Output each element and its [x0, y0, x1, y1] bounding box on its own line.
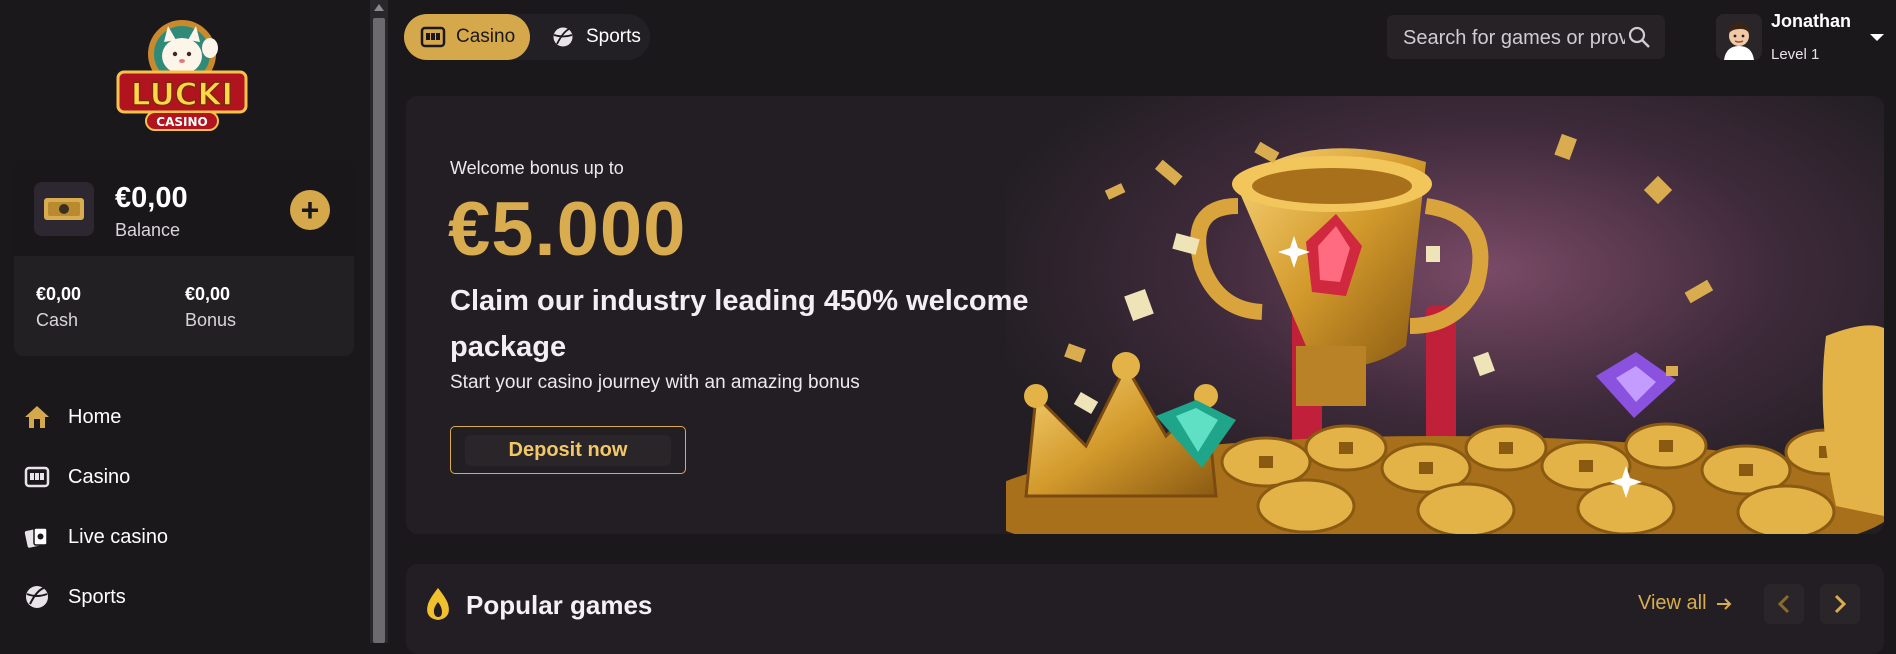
- sports-ball-icon: [22, 582, 52, 612]
- user-level: Level 1: [1771, 46, 1820, 63]
- chevron-left-icon: [1777, 594, 1790, 614]
- deposit-now-button[interactable]: Deposit now: [450, 426, 686, 474]
- sidebar-item-home[interactable]: Home: [22, 397, 121, 437]
- sidebar-item-label: Home: [68, 405, 122, 428]
- tab-label: Casino: [456, 26, 516, 47]
- tab-casino[interactable]: Casino: [404, 14, 530, 60]
- banner-title: Claim our industry leading 450% welcome …: [450, 285, 1029, 363]
- sidebar-item-live-casino[interactable]: Live casino: [22, 517, 168, 557]
- sidebar-item-label: Casino: [68, 465, 131, 488]
- bonus-label: Bonus: [185, 310, 237, 330]
- arrow-right-icon: [1716, 597, 1731, 610]
- user-name[interactable]: Jonathan: [1771, 11, 1851, 32]
- banner-amount: €5.000: [448, 187, 687, 272]
- welcome-bonus-banner[interactable]: Welcome bonus up to €5.000 Claim our ind…: [406, 96, 1884, 534]
- sidebar-item-casino[interactable]: Casino: [22, 457, 130, 497]
- wallet-balance-row: €0,00 Balance +: [14, 160, 354, 256]
- search-icon[interactable]: [1627, 25, 1651, 49]
- cash-label: Cash: [36, 310, 79, 330]
- sidebar-item-sports[interactable]: Sports: [22, 577, 126, 617]
- avatar[interactable]: [1716, 14, 1762, 60]
- carousel-prev-button[interactable]: [1764, 584, 1804, 624]
- product-tabs: Casino Sports: [404, 14, 650, 60]
- banner-subtitle: Start your casino journey with an amazin…: [450, 372, 860, 393]
- sidebar-item-label: Sports: [68, 585, 126, 608]
- chevron-right-icon: [1834, 594, 1847, 614]
- lucki-casino-logo[interactable]: LUCKI CASINO: [112, 14, 252, 142]
- sidebar-item-label: Live casino: [68, 525, 169, 548]
- top-bar: Casino Sports Jonathan Level 1: [388, 0, 1896, 76]
- banner-kicker: Welcome bonus up to: [450, 158, 624, 178]
- popular-games-section: Popular games View all: [406, 564, 1884, 654]
- view-all-link[interactable]: View all: [1638, 592, 1733, 615]
- slot-machine-icon: [420, 24, 446, 50]
- banknote-icon: [34, 182, 94, 236]
- svg-text:CASINO: CASINO: [156, 115, 207, 129]
- plus-icon: +: [300, 192, 320, 228]
- wallet-card: €0,00 Balance + €0,00 Cash €0,00 Bonus: [14, 160, 354, 356]
- slot-machine-icon: [22, 462, 52, 492]
- tab-label: Sports: [586, 26, 641, 47]
- search-box: [1387, 15, 1665, 61]
- chevron-down-icon[interactable]: [1870, 34, 1884, 41]
- cards-icon: [22, 522, 52, 552]
- scrollbar-thumb[interactable]: [373, 18, 385, 643]
- section-title: Popular games: [466, 590, 653, 620]
- bonus-amount: €0,00: [185, 284, 231, 304]
- sidebar-scrollbar[interactable]: [370, 0, 388, 643]
- balance-amount: €0,00: [115, 182, 188, 214]
- carousel-next-button[interactable]: [1820, 584, 1860, 624]
- home-icon: [22, 402, 52, 432]
- tab-sports[interactable]: Sports: [534, 14, 646, 60]
- flame-icon: [427, 588, 449, 620]
- search-input[interactable]: [1401, 15, 1627, 61]
- svg-text:LUCKI: LUCKI: [131, 77, 233, 113]
- sports-ball-icon: [550, 24, 576, 50]
- balance-label: Balance: [115, 220, 181, 240]
- sidebar: LUCKI CASINO €0,00 Balance + €0,00 Cash …: [0, 0, 370, 643]
- add-funds-button[interactable]: +: [290, 190, 330, 230]
- cash-amount: €0,00: [36, 284, 82, 304]
- scroll-up-arrow-icon[interactable]: [374, 4, 384, 11]
- view-all-label: View all: [1638, 592, 1707, 614]
- trophy-treasure-illustration: [1006, 96, 1884, 534]
- deposit-now-label: Deposit now: [464, 434, 672, 466]
